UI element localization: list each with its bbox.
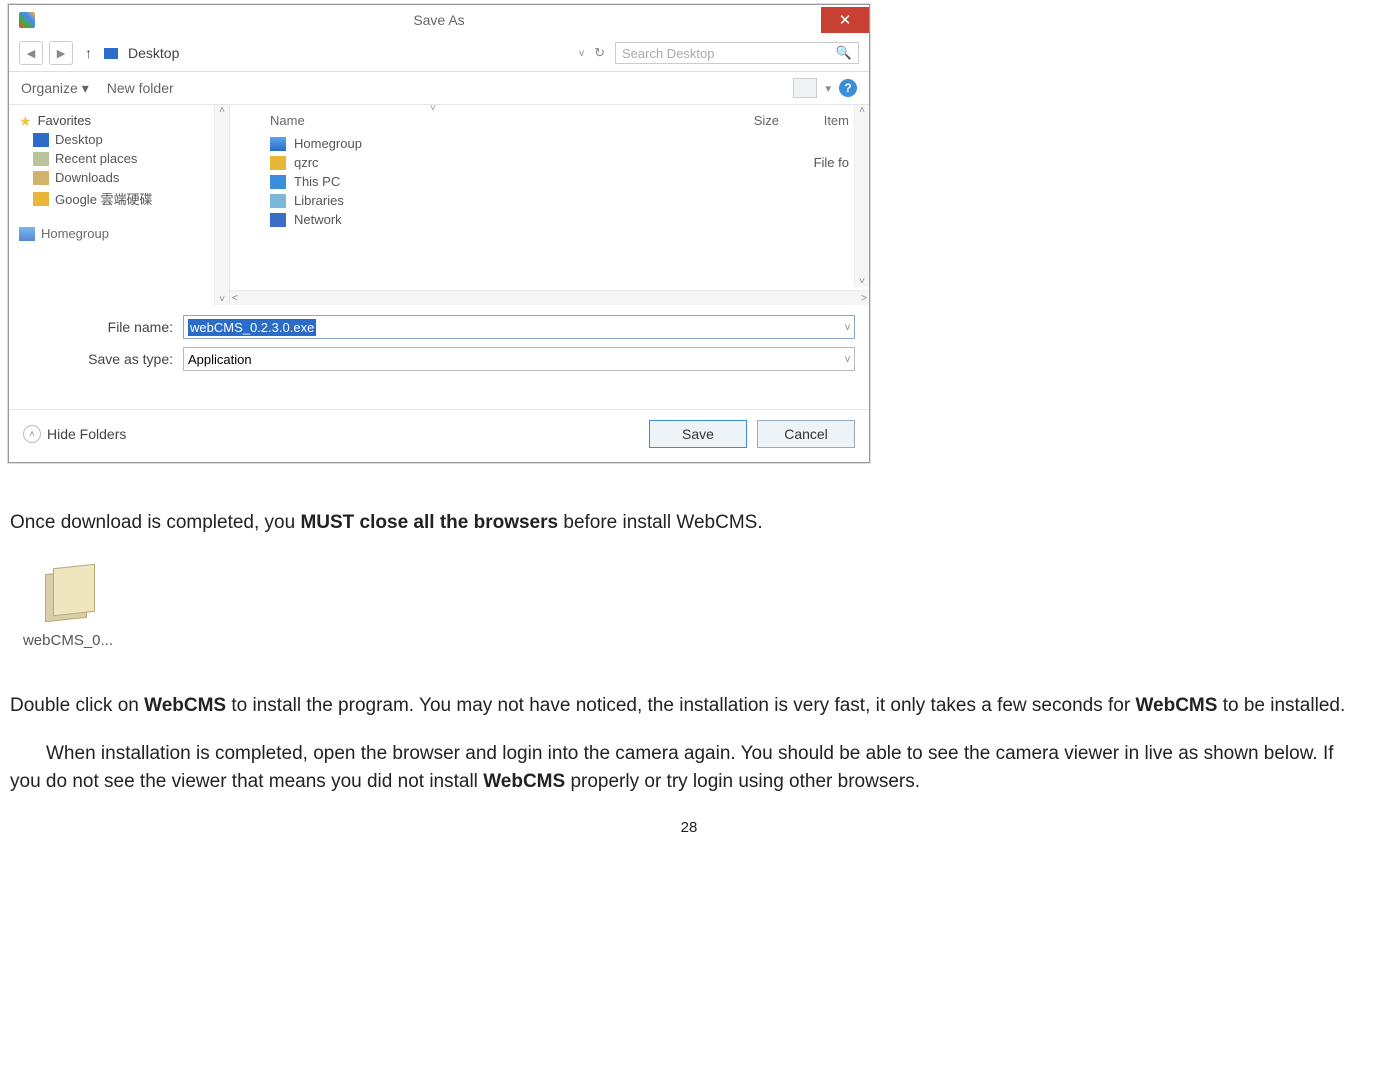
sort-indicator-icon: ˅ xyxy=(430,103,436,114)
save-as-dialog: Save As ✕ ◀ ▶ ↑ Desktop v ↻ Search Deskt… xyxy=(8,4,870,463)
back-button[interactable]: ◀ xyxy=(19,41,43,65)
filename-value: webCMS_0.2.3.0.exe xyxy=(188,319,316,336)
save-button[interactable]: Save xyxy=(649,420,747,448)
location-label[interactable]: Desktop xyxy=(128,45,179,61)
sidebar-item-desktop[interactable]: Desktop xyxy=(19,130,219,149)
col-item[interactable]: Item xyxy=(779,113,855,128)
sidebar-item-label: Homegroup xyxy=(41,226,109,241)
pc-icon xyxy=(270,175,286,189)
hide-folders-button[interactable]: ˄ Hide Folders xyxy=(23,425,126,443)
file-label: Network xyxy=(294,212,663,227)
downloads-icon xyxy=(33,171,49,185)
chevron-down-icon[interactable]: v xyxy=(845,354,850,365)
sidebar-item-gdrive[interactable]: Google 雲端硬碟 xyxy=(19,187,219,210)
file-label: Homegroup xyxy=(294,136,663,151)
file-label: qzrc xyxy=(294,155,663,170)
window-title: Save As xyxy=(413,12,464,28)
savetype-label: Save as type: xyxy=(23,351,183,367)
sidebar-item-label: Desktop xyxy=(55,132,103,147)
list-item[interactable]: Network xyxy=(240,210,859,229)
libraries-icon xyxy=(270,194,286,208)
exe-file-icon-block: webCMS_0... xyxy=(18,566,118,653)
refresh-button[interactable]: ↻ xyxy=(594,45,605,61)
col-size[interactable]: Size xyxy=(679,113,779,128)
list-scrollbar-vertical[interactable]: ˄˅ xyxy=(854,105,869,287)
body: ★ Favorites Desktop Recent places Downlo… xyxy=(9,105,869,305)
sidebar-item-label: Downloads xyxy=(55,170,119,185)
chevron-down-icon[interactable]: v xyxy=(579,48,584,59)
savetype-value: Application xyxy=(188,352,252,367)
sidebar-scrollbar[interactable]: ˄˅ xyxy=(214,105,229,305)
chevron-up-icon: ˄ xyxy=(23,425,41,443)
paragraph-2: Double click on WebCMS to install the pr… xyxy=(10,692,1368,721)
fields: File name: webCMS_0.2.3.0.exe v Save as … xyxy=(9,305,869,385)
list-scrollbar-horizontal[interactable]: ˂˃ xyxy=(230,290,869,305)
exe-icon xyxy=(39,566,97,624)
folder-icon xyxy=(270,156,286,170)
star-icon: ★ xyxy=(19,114,32,128)
exe-label: webCMS_0... xyxy=(18,630,118,653)
toolbar: Organize ▾ New folder ▾ ? xyxy=(9,72,869,105)
view-button[interactable] xyxy=(793,78,817,98)
column-headers: Name Size Item xyxy=(240,111,859,134)
desktop-icon xyxy=(33,133,49,147)
favorites-label: Favorites xyxy=(38,113,91,128)
col-name[interactable]: Name xyxy=(270,113,679,128)
document-text: Once download is completed, you MUST clo… xyxy=(10,509,1368,839)
footer: ˄ Hide Folders Save Cancel xyxy=(9,409,869,462)
search-input[interactable]: Search Desktop 🔍 xyxy=(615,42,859,64)
desktop-icon xyxy=(104,48,118,59)
sidebar-item-label: Google 雲端硬碟 xyxy=(55,189,153,208)
sidebar: ★ Favorites Desktop Recent places Downlo… xyxy=(9,105,230,305)
paragraph-3: When installation is completed, open the… xyxy=(10,740,1368,797)
help-button[interactable]: ? xyxy=(839,79,857,97)
filename-label: File name: xyxy=(23,319,183,335)
nav-row: ◀ ▶ ↑ Desktop v ↻ Search Desktop 🔍 xyxy=(9,35,869,72)
view-chevron-icon[interactable]: ▾ xyxy=(825,82,831,95)
titlebar: Save As ✕ xyxy=(9,5,869,35)
hide-folders-label: Hide Folders xyxy=(47,426,126,442)
paragraph-1: Once download is completed, you MUST clo… xyxy=(10,509,1368,538)
up-button[interactable]: ↑ xyxy=(85,45,92,61)
file-extra: File fo xyxy=(779,155,855,170)
close-button[interactable]: ✕ xyxy=(821,7,869,33)
sidebar-homegroup-cut[interactable]: Homegroup xyxy=(19,224,219,243)
sidebar-item-downloads[interactable]: Downloads xyxy=(19,168,219,187)
page-number: 28 xyxy=(10,817,1368,840)
homegroup-icon xyxy=(19,227,35,241)
recent-icon xyxy=(33,152,49,166)
file-label: Libraries xyxy=(294,193,663,208)
chevron-down-icon[interactable]: v xyxy=(845,322,850,333)
homegroup-icon xyxy=(270,137,286,151)
list-item[interactable]: This PC xyxy=(240,172,859,191)
file-list: ˅ Name Size Item Homegroup qzrc File fo … xyxy=(230,105,869,305)
forward-button[interactable]: ▶ xyxy=(49,41,73,65)
sidebar-favorites[interactable]: ★ Favorites xyxy=(19,111,219,130)
list-item[interactable]: Libraries xyxy=(240,191,859,210)
list-item[interactable]: qzrc File fo xyxy=(240,153,859,172)
app-icon xyxy=(19,12,35,28)
search-icon: 🔍 xyxy=(836,45,852,61)
sidebar-item-label: Recent places xyxy=(55,151,137,166)
gdrive-icon xyxy=(33,192,49,206)
cancel-button[interactable]: Cancel xyxy=(757,420,855,448)
savetype-select[interactable]: Application v xyxy=(183,347,855,371)
close-icon: ✕ xyxy=(839,11,852,29)
new-folder-button[interactable]: New folder xyxy=(107,80,174,96)
search-placeholder: Search Desktop xyxy=(622,46,715,61)
network-icon xyxy=(270,213,286,227)
list-item[interactable]: Homegroup xyxy=(240,134,859,153)
sidebar-item-recent[interactable]: Recent places xyxy=(19,149,219,168)
organize-button[interactable]: Organize ▾ xyxy=(21,80,89,97)
filename-input[interactable]: webCMS_0.2.3.0.exe v xyxy=(183,315,855,339)
file-label: This PC xyxy=(294,174,663,189)
